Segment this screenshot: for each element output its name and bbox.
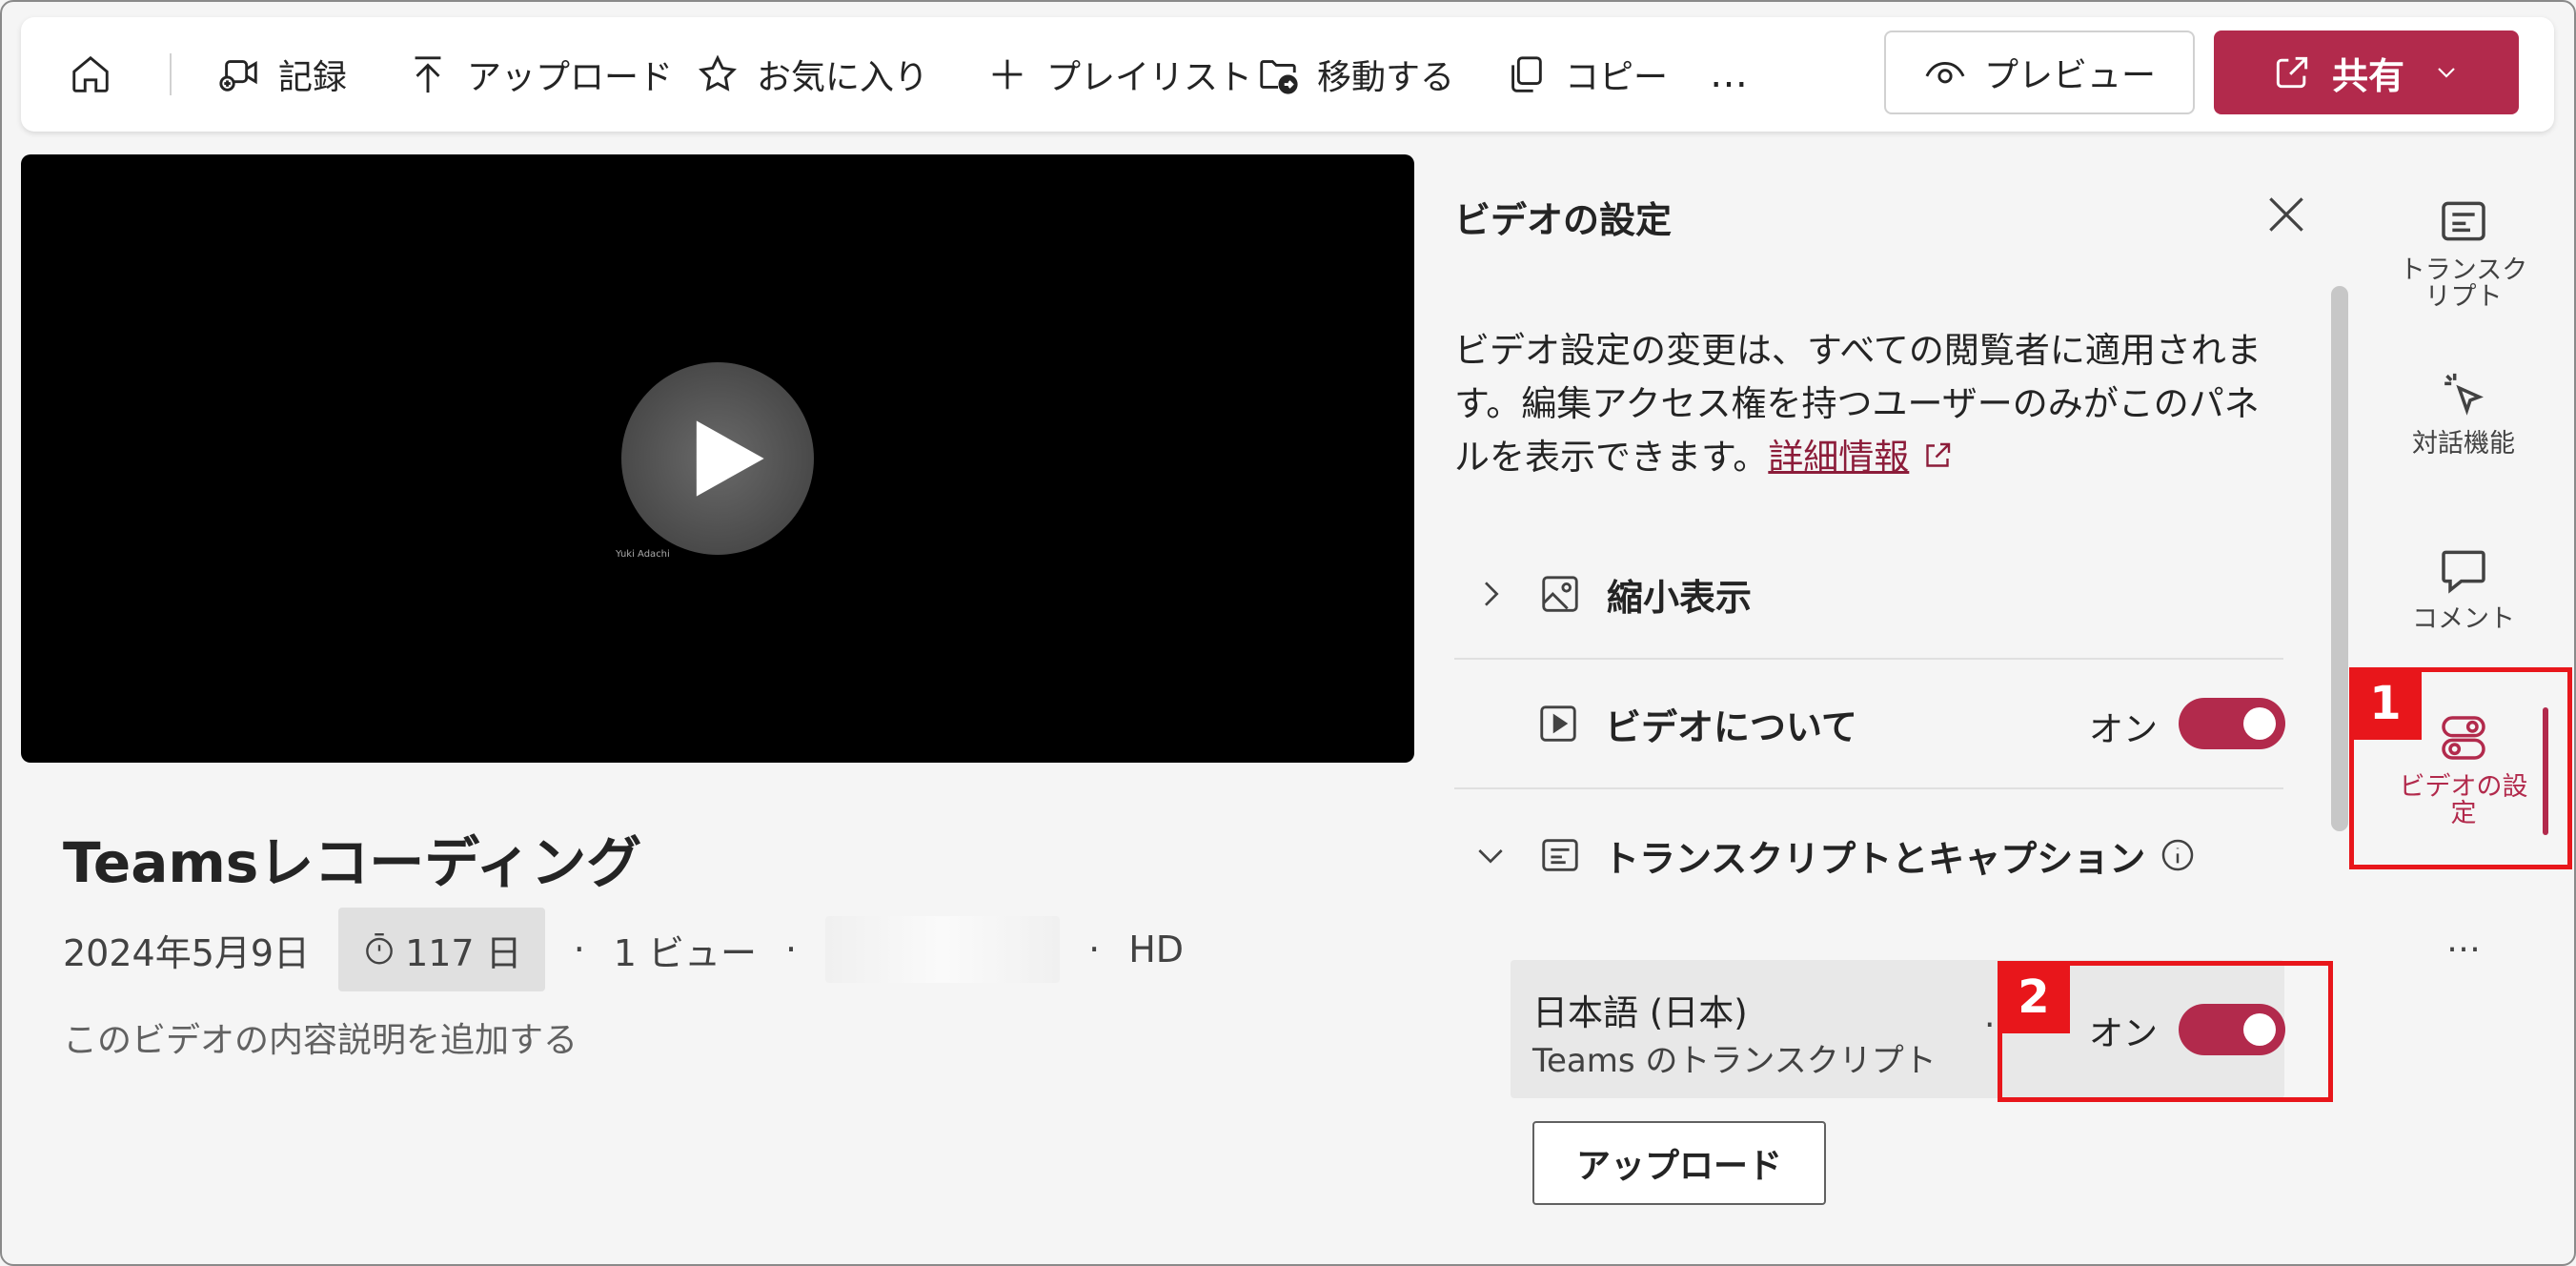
- add-playlist-button[interactable]: プレイリスト: [985, 17, 1252, 132]
- play-button[interactable]: [621, 362, 814, 555]
- retention-badge: 117 日: [338, 908, 545, 991]
- upload-label: アップロード: [467, 58, 674, 97]
- video-player[interactable]: Yuki Adachi: [21, 154, 1414, 763]
- rail-interactive-button[interactable]: 対話機能: [2354, 368, 2573, 458]
- chevron-down-icon: [1478, 849, 1503, 864]
- rail-transcript-label: トランスクリプト: [2399, 255, 2528, 312]
- annotation-number-step1: 1: [2349, 667, 2422, 740]
- language-separator: ·: [1984, 1006, 1996, 1045]
- image-icon: [1542, 576, 1578, 612]
- copy-label: コピー: [1565, 58, 1669, 97]
- about-toggle[interactable]: [2179, 698, 2285, 749]
- add-description-link[interactable]: このビデオの内容説明を追加する: [63, 1012, 578, 1062]
- playlist-label: プレイリスト: [1046, 58, 1253, 97]
- plus-icon: [992, 59, 1023, 90]
- upload-transcript-button[interactable]: アップロード: [1532, 1121, 1826, 1205]
- thumbnail-section[interactable]: 縮小表示: [1454, 528, 2283, 660]
- rail-comments-label: コメント: [2412, 604, 2515, 634]
- transcript-label: トランスクリプトとキャプション: [1603, 837, 2146, 880]
- panel-scrollbar-thumb[interactable]: [2331, 286, 2348, 831]
- language-name: 日本語 (日本): [1532, 992, 1748, 1033]
- play-icon: [696, 420, 764, 497]
- folder-move-icon: [1260, 60, 1298, 94]
- preview-button[interactable]: プレビュー: [1884, 31, 2195, 114]
- copy-icon: [1511, 56, 1542, 92]
- move-button[interactable]: 移動する: [1256, 17, 1454, 132]
- share-label: 共有: [2331, 54, 2404, 97]
- video-quality: HD: [1128, 929, 1185, 970]
- meta-separator: ·: [785, 929, 798, 970]
- video-metadata: 2024年5月9日 117 日 · 1 ビュー · · HD: [63, 908, 1184, 991]
- home-button[interactable]: [69, 17, 130, 132]
- favorite-label: お気に入り: [757, 58, 929, 97]
- panel-intro: ビデオ設定の変更は、すべての閲覧者に適用されます。編集アクセス権を持つユーザーの…: [1454, 324, 2274, 484]
- cursor-click-icon: [2444, 373, 2484, 416]
- video-record-icon: [219, 60, 257, 92]
- annotation-number-step2: 2: [1998, 961, 2070, 1033]
- speaker-name: Yuki Adachi: [616, 549, 670, 560]
- blurred-owner-name: [825, 916, 1061, 983]
- rail-interactive-label: 対話機能: [2412, 429, 2515, 459]
- rail-comments-button[interactable]: コメント: [2354, 543, 2573, 633]
- comment-icon: [2442, 550, 2485, 594]
- transcript-icon: [2442, 201, 2485, 241]
- upload-icon: [415, 56, 441, 93]
- close-panel-button[interactable]: [2262, 191, 2310, 238]
- favorite-button[interactable]: お気に入り: [696, 17, 928, 132]
- record-button[interactable]: 記録: [217, 17, 347, 132]
- retention-days: 117 日: [405, 931, 522, 974]
- rail-transcript-button[interactable]: トランスクリプト: [2354, 194, 2573, 311]
- command-toolbar: 記録 アップロード お気に入り プレイリスト 移動する コピー … プレビュー …: [21, 17, 2554, 132]
- share-button[interactable]: 共有: [2214, 31, 2519, 114]
- transcript-icon: [1542, 839, 1578, 871]
- star-icon: [699, 54, 737, 92]
- toolbar-separator: [170, 53, 172, 95]
- rail-more-button[interactable]: …: [2354, 921, 2573, 960]
- about-section[interactable]: ビデオについて: [1454, 658, 2283, 789]
- preview-label: プレビュー: [1983, 56, 2156, 95]
- share-icon: [2276, 56, 2308, 89]
- home-icon: [72, 55, 109, 92]
- info-icon[interactable]: [2159, 836, 2197, 874]
- chevron-right-icon: [1485, 582, 1499, 606]
- close-icon: [2269, 197, 2303, 232]
- upload-button[interactable]: アップロード: [406, 17, 673, 132]
- video-title[interactable]: Teamsレコーディング: [63, 818, 641, 898]
- eye-icon: [1925, 61, 1965, 84]
- thumbnail-label: 縮小表示: [1607, 576, 1753, 619]
- transcript-section[interactable]: トランスクリプトとキャプション: [1454, 789, 2283, 921]
- play-square-icon: [1540, 705, 1576, 742]
- move-label: 移動する: [1317, 58, 1455, 97]
- more-actions-label: …: [1710, 52, 1748, 96]
- view-count: 1 ビュー: [613, 931, 758, 974]
- record-label: 記録: [278, 58, 348, 97]
- timer-icon: [366, 932, 393, 965]
- panel-title: ビデオの設定: [1454, 199, 1673, 241]
- copy-button[interactable]: コピー: [1504, 17, 1668, 132]
- video-date: 2024年5月9日: [63, 931, 311, 974]
- meta-separator: ·: [1088, 929, 1101, 970]
- chevron-down-icon: [2438, 68, 2455, 78]
- about-toggle-state: オン: [2089, 710, 2159, 749]
- more-actions-button[interactable]: …: [1710, 17, 1748, 132]
- meta-separator: ·: [573, 929, 585, 970]
- rail-more-label: …: [2446, 921, 2481, 960]
- external-link-icon: [1926, 442, 1951, 467]
- learn-more-link[interactable]: 詳細情報: [1768, 437, 1909, 478]
- about-label: ビデオについて: [1605, 705, 1857, 748]
- transcript-source: Teams のトランスクリプト: [1532, 1042, 1937, 1080]
